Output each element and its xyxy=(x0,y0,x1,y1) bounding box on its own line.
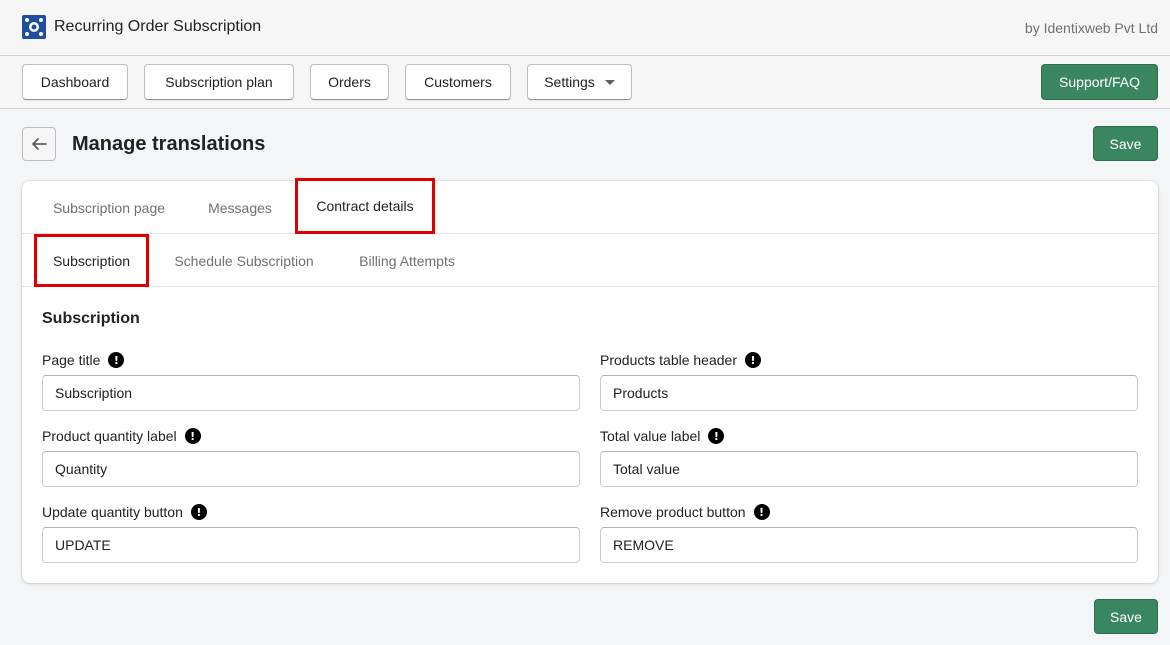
page-title-field-label: Page title ! xyxy=(42,352,125,368)
field-label-text: Page title xyxy=(42,352,101,368)
product-quantity-label-field-label: Product quantity label ! xyxy=(42,428,201,444)
primary-tabs: Subscription page Messages Contract deta… xyxy=(22,178,1158,234)
nav-dashboard-button[interactable]: Dashboard xyxy=(22,64,128,100)
nav-customers-label: Customers xyxy=(424,74,492,90)
info-icon[interactable]: ! xyxy=(708,428,725,444)
field-label-text: Remove product button xyxy=(600,504,746,520)
tab-subscription[interactable]: Subscription xyxy=(34,234,149,287)
products-table-header-field-label: Products table header ! xyxy=(600,352,761,368)
page-title-input[interactable] xyxy=(42,375,580,411)
nav-settings-dropdown[interactable]: Settings xyxy=(527,64,632,100)
product-quantity-label-input[interactable] xyxy=(42,451,580,487)
section-title: Subscription xyxy=(42,310,140,327)
app-byline: by Identixweb Pvt Ltd xyxy=(1024,20,1158,36)
field-label-text: Total value label xyxy=(600,428,701,444)
app-name: Recurring Order Subscription xyxy=(54,18,262,35)
tab-billing-attempts[interactable]: Billing Attempts xyxy=(344,234,470,287)
remove-product-button-input[interactable] xyxy=(600,527,1138,563)
tab-subscription-page[interactable]: Subscription page xyxy=(34,181,184,234)
caret-down-icon xyxy=(604,79,615,85)
arrow-left-icon xyxy=(32,138,47,150)
tab-contract-details[interactable]: Contract details xyxy=(295,178,435,234)
back-button[interactable] xyxy=(22,127,56,161)
field-label-text: Product quantity label xyxy=(42,428,177,444)
total-value-label-field-label: Total value label ! xyxy=(600,428,725,444)
total-value-label-input[interactable] xyxy=(600,451,1138,487)
info-icon[interactable]: ! xyxy=(184,428,201,444)
nav-bar: Dashboard Subscription plan Orders Custo… xyxy=(0,56,1170,109)
nav-orders-button[interactable]: Orders xyxy=(310,64,389,100)
update-quantity-button-field-label: Update quantity button ! xyxy=(42,504,207,520)
nav-settings-label: Settings xyxy=(544,74,595,90)
save-button-bottom[interactable]: Save xyxy=(1094,599,1158,634)
page-title: Manage translations xyxy=(72,133,266,155)
nav-subscription-plan-label: Subscription plan xyxy=(165,74,273,90)
products-table-header-input[interactable] xyxy=(600,375,1138,411)
info-icon[interactable]: ! xyxy=(753,504,770,520)
nav-orders-label: Orders xyxy=(328,74,371,90)
support-faq-button[interactable]: Support/FAQ xyxy=(1041,64,1158,100)
remove-product-button-field-label: Remove product button ! xyxy=(600,504,770,520)
app-logo-icon xyxy=(22,15,46,39)
nav-subscription-plan-button[interactable]: Subscription plan xyxy=(144,64,294,100)
info-icon[interactable]: ! xyxy=(744,352,761,368)
app-header: Recurring Order Subscription by Identixw… xyxy=(0,0,1170,56)
tab-schedule-subscription[interactable]: Schedule Subscription xyxy=(162,234,326,287)
translations-card: Subscription page Messages Contract deta… xyxy=(22,178,1158,583)
nav-dashboard-label: Dashboard xyxy=(40,74,110,90)
nav-customers-button[interactable]: Customers xyxy=(405,64,511,100)
update-quantity-button-input[interactable] xyxy=(42,527,580,563)
save-button-top[interactable]: Save xyxy=(1093,126,1158,161)
field-label-text: Products table header xyxy=(600,352,737,368)
tab-messages[interactable]: Messages xyxy=(192,181,288,234)
field-label-text: Update quantity button xyxy=(42,504,183,520)
secondary-tabs: Subscription Schedule Subscription Billi… xyxy=(22,234,1158,287)
info-icon[interactable]: ! xyxy=(108,352,125,368)
info-icon[interactable]: ! xyxy=(190,504,207,520)
